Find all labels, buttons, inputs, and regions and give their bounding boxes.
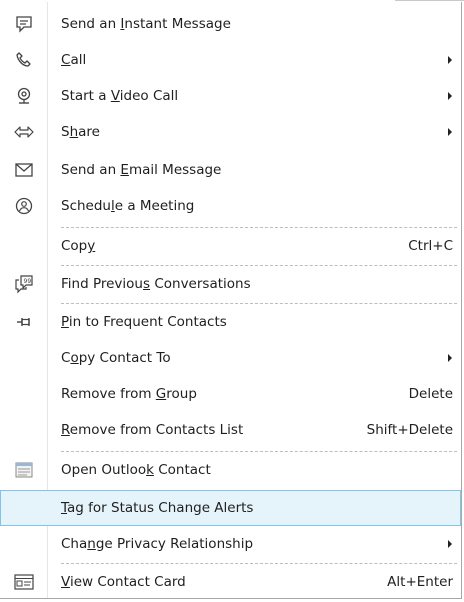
menu-item-pin-to-frequent-contacts[interactable]: Pin to Frequent Contacts [0, 304, 461, 340]
menu-item-label: Share [61, 124, 100, 140]
submenu-arrow-icon [448, 56, 452, 64]
menu-item-label: Copy Contact To [61, 350, 171, 366]
shortcut-label: Alt+Enter [387, 574, 453, 590]
menu-item-label: Change Privacy Relationship [61, 536, 254, 552]
menu-item-tag-for-status-change-alerts[interactable]: Tag for Status Change Alerts [0, 490, 461, 526]
menu-item-copy[interactable]: Copy Ctrl+C [0, 228, 461, 264]
contact-card-icon [0, 564, 47, 600]
submenu-arrow-icon [448, 354, 452, 362]
submenu-arrow-icon [448, 128, 452, 136]
meeting-icon [0, 188, 47, 224]
pin-icon [0, 304, 47, 340]
menu-item-label: Remove from Group [61, 386, 197, 402]
menu-item-find-previous-conversations[interactable]: 99 Find Previous Conversations [0, 266, 461, 302]
webcam-icon [0, 78, 47, 114]
phone-icon [0, 42, 47, 78]
menu-item-remove-from-contacts-list[interactable]: Remove from Contacts List Shift+Delete [0, 412, 461, 448]
shortcut-label: Shift+Delete [366, 422, 453, 438]
menu-item-label: Start a Video Call [61, 88, 179, 104]
menu-item-call[interactable]: Call [0, 42, 461, 78]
menu-item-view-contact-card[interactable]: View Contact Card Alt+Enter [0, 564, 461, 600]
menu-item-open-outlook-contact[interactable]: Open Outlook Contact [0, 452, 461, 488]
menu-item-label: Send an Email Message [61, 162, 222, 178]
shortcut-label: Delete [408, 386, 453, 402]
menu-item-start-video-call[interactable]: Start a Video Call [0, 78, 461, 114]
menu-item-label: Copy [61, 238, 96, 254]
menu-item-copy-contact-to[interactable]: Copy Contact To [0, 340, 461, 376]
menu-item-schedule-meeting[interactable]: Schedule a Meeting [0, 188, 461, 224]
menu-item-share[interactable]: Share [0, 114, 461, 150]
menu-item-send-email[interactable]: Send an Email Message [0, 152, 461, 188]
submenu-arrow-icon [448, 92, 452, 100]
menu-item-label: Call [61, 52, 87, 68]
share-icon [0, 114, 47, 150]
shortcut-label: Ctrl+C [408, 238, 453, 254]
svg-text:99: 99 [23, 278, 31, 285]
submenu-arrow-icon [448, 540, 452, 548]
menu-item-label: Find Previous Conversations [61, 276, 251, 292]
menu-item-remove-from-group[interactable]: Remove from Group Delete [0, 376, 461, 412]
menu-item-label: Send an Instant Message [61, 16, 231, 32]
menu-item-change-privacy-relationship[interactable]: Change Privacy Relationship [0, 526, 461, 562]
menu-item-label: Pin to Frequent Contacts [61, 314, 227, 330]
menu-item-label: Remove from Contacts List [61, 422, 244, 438]
menu-item-label: Schedule a Meeting [61, 198, 195, 214]
envelope-icon [0, 152, 47, 188]
menu-item-label: Tag for Status Change Alerts [61, 500, 254, 516]
conversation-history-icon: 99 [0, 266, 47, 302]
outlook-contact-icon [0, 452, 47, 488]
menu-item-label: View Contact Card [61, 574, 186, 590]
instant-message-icon [0, 6, 47, 42]
menu-item-send-instant-message[interactable]: Send an Instant Message [0, 6, 461, 42]
menu-item-label: Open Outlook Contact [61, 462, 211, 478]
contact-context-menu: Send an Instant Message Call Start a Vid… [0, 2, 462, 599]
